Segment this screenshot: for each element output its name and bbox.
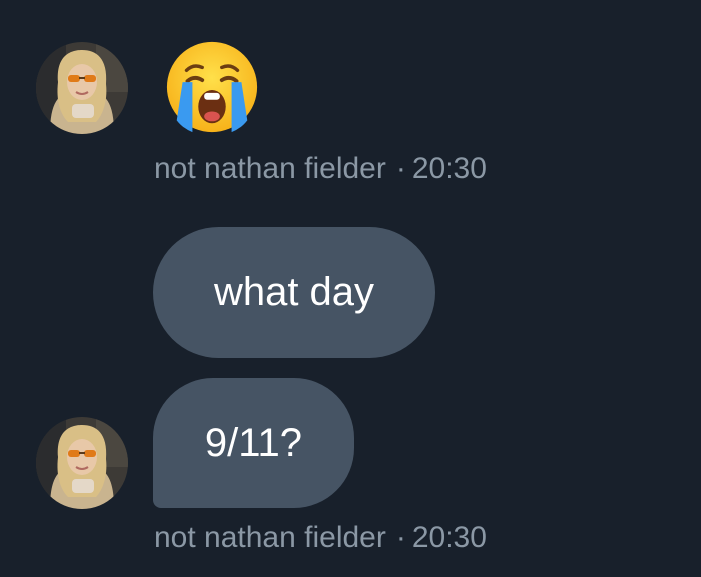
message-text: 9/11?	[204, 420, 303, 465]
message-meta: not nathan fielder · 20:30	[154, 151, 487, 187]
message-text: what day	[213, 270, 375, 314]
message-timestamp: 20:30	[411, 152, 487, 185]
loudly-crying-face-icon	[163, 38, 261, 136]
message-meta: not nathan fielder · 20:30	[154, 520, 487, 556]
message-bubble[interactable]: what day	[153, 227, 435, 358]
sender-avatar[interactable]	[36, 417, 128, 509]
message-bubble[interactable]: 9/11?	[153, 378, 354, 508]
sender-avatar[interactable]	[36, 42, 128, 134]
meta-separator: ·	[395, 521, 406, 554]
sender-name[interactable]: not nathan fielder	[154, 521, 386, 554]
avatar-photo-icon	[36, 417, 128, 509]
message-timestamp: 20:30	[411, 521, 487, 554]
avatar-photo-icon	[36, 42, 128, 134]
meta-separator: ·	[395, 152, 406, 185]
sender-name[interactable]: not nathan fielder	[154, 152, 386, 185]
